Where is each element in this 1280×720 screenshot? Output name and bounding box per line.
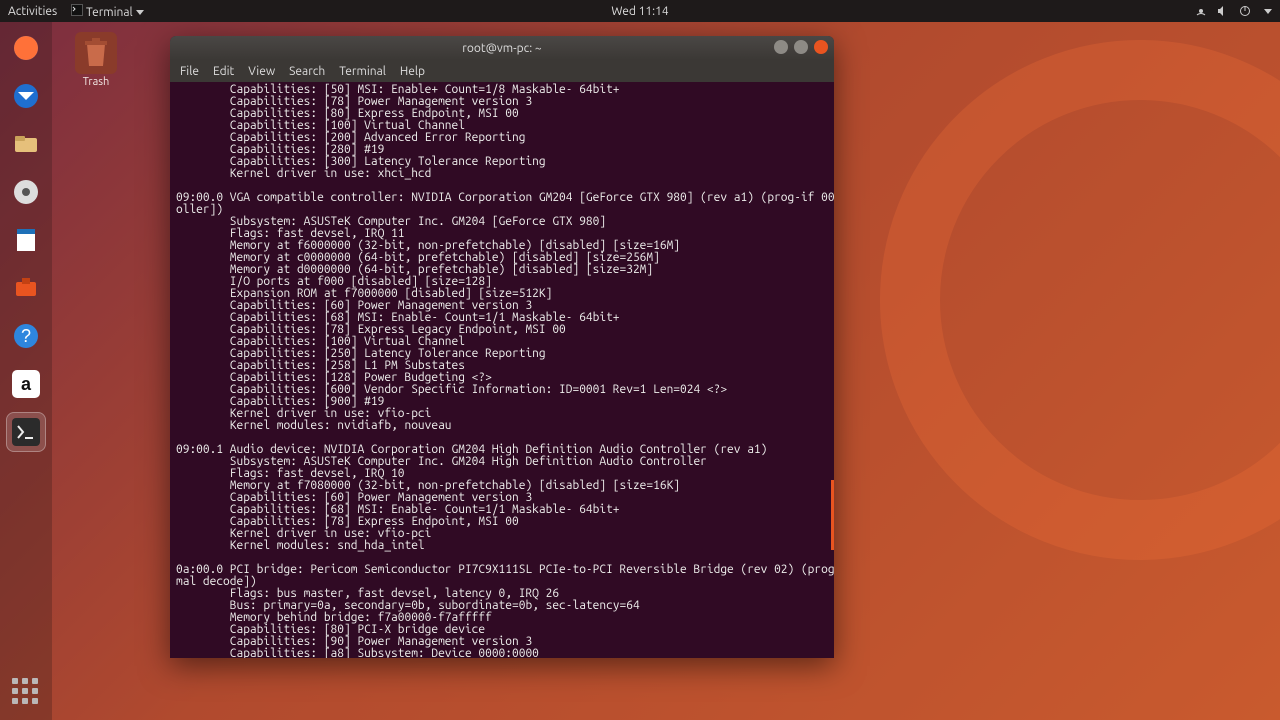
dock-libreoffice-writer[interactable] bbox=[6, 220, 46, 260]
top-bar: Activities Terminal Wed 11:14 bbox=[0, 0, 1280, 22]
terminal-icon bbox=[71, 4, 83, 16]
menu-terminal[interactable]: Terminal bbox=[339, 65, 386, 78]
volume-icon bbox=[1217, 5, 1229, 17]
window-maximize-button[interactable] bbox=[794, 40, 808, 54]
dock-rhythmbox[interactable] bbox=[6, 172, 46, 212]
amazon-icon: a bbox=[12, 370, 40, 398]
scrollbar-thumb[interactable] bbox=[831, 480, 834, 550]
menu-view[interactable]: View bbox=[248, 65, 275, 78]
ubuntu-software-icon bbox=[12, 274, 40, 302]
dock: ?a bbox=[0, 22, 52, 720]
terminal-icon bbox=[12, 418, 40, 446]
terminal-window: root@vm-pc: ~ File Edit View Search Terminal… bbox=[170, 36, 834, 658]
clock[interactable]: Wed 11:14 bbox=[611, 5, 668, 18]
svg-text:a: a bbox=[21, 374, 32, 394]
trash-desktop-icon[interactable]: Trash bbox=[66, 32, 126, 88]
menu-help[interactable]: Help bbox=[400, 65, 425, 78]
system-status-area[interactable] bbox=[1195, 5, 1272, 17]
dock-thunderbird[interactable] bbox=[6, 76, 46, 116]
window-titlebar[interactable]: root@vm-pc: ~ bbox=[170, 36, 834, 60]
svg-text:?: ? bbox=[21, 326, 31, 346]
window-minimize-button[interactable] bbox=[774, 40, 788, 54]
files-icon bbox=[12, 130, 40, 158]
power-icon bbox=[1239, 5, 1251, 17]
menu-search[interactable]: Search bbox=[289, 65, 325, 78]
dock-amazon[interactable]: a bbox=[6, 364, 46, 404]
trash-label: Trash bbox=[66, 76, 126, 88]
app-menu-label: Terminal bbox=[86, 6, 133, 19]
chevron-down-icon bbox=[1264, 9, 1272, 14]
terminal-text: Capabilities: [50] MSI: Enable+ Count=1/… bbox=[176, 84, 828, 658]
terminal-menubar: File Edit View Search Terminal Help bbox=[170, 60, 834, 82]
firefox-icon bbox=[12, 34, 40, 62]
window-title: root@vm-pc: ~ bbox=[462, 42, 541, 55]
dock-firefox[interactable] bbox=[6, 28, 46, 68]
dock-help[interactable]: ? bbox=[6, 316, 46, 356]
dock-files[interactable] bbox=[6, 124, 46, 164]
dock-ubuntu-software[interactable] bbox=[6, 268, 46, 308]
terminal-output[interactable]: Capabilities: [50] MSI: Enable+ Count=1/… bbox=[170, 82, 834, 658]
chevron-down-icon bbox=[136, 10, 144, 15]
wallpaper-decoration bbox=[880, 40, 1280, 560]
network-icon bbox=[1195, 5, 1207, 17]
menu-file[interactable]: File bbox=[180, 65, 199, 78]
trash-icon bbox=[75, 32, 117, 74]
window-close-button[interactable] bbox=[814, 40, 828, 54]
app-menu-button[interactable]: Terminal bbox=[71, 4, 143, 19]
thunderbird-icon bbox=[12, 82, 40, 110]
rhythmbox-icon bbox=[12, 178, 40, 206]
menu-edit[interactable]: Edit bbox=[213, 65, 234, 78]
libreoffice-writer-icon bbox=[12, 226, 40, 254]
help-icon: ? bbox=[12, 322, 40, 350]
activities-button[interactable]: Activities bbox=[8, 5, 57, 18]
dock-terminal[interactable] bbox=[6, 412, 46, 452]
